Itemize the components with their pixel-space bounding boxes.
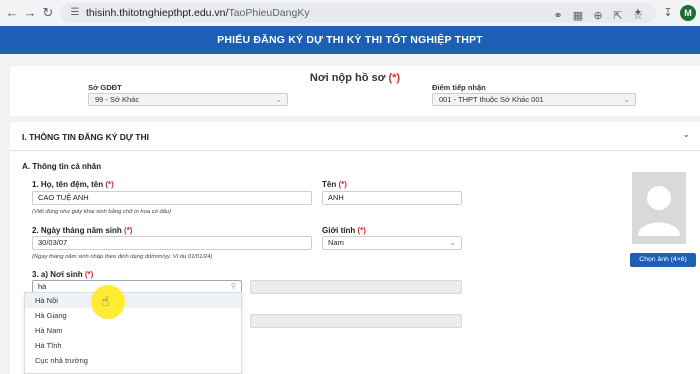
receive-point-select[interactable]: 001 - THPT thuộc Sở Khác 001 ⌄ bbox=[432, 93, 636, 106]
receive-point-label: Điểm tiếp nhận bbox=[432, 83, 486, 92]
url-path: TaoPhieuDangKy bbox=[228, 7, 310, 19]
chevron-down-icon: ⌄ bbox=[275, 95, 282, 104]
fullname-input[interactable]: CAO TUỆ ANH bbox=[32, 191, 312, 205]
site-info-icon[interactable]: ☰ bbox=[68, 6, 82, 20]
share-icon[interactable]: ⇱ bbox=[610, 8, 626, 24]
dob-hint: (Ngày tháng năm sinh nhập theo định dạng… bbox=[32, 254, 213, 260]
profile-avatar[interactable]: M bbox=[680, 5, 696, 21]
required-mark: (*) bbox=[124, 226, 133, 235]
birthplace-label: 3. a) Nơi sinh (*) bbox=[32, 270, 93, 279]
required-mark: (*) bbox=[338, 180, 347, 189]
translate-icon[interactable]: ▦ bbox=[570, 8, 586, 24]
person-silhouette-icon bbox=[638, 186, 680, 236]
dob-label-text: 2. Ngày tháng năm sinh bbox=[32, 226, 122, 235]
password-key-icon[interactable]: ⚭ bbox=[550, 8, 566, 24]
section-divider bbox=[10, 150, 700, 151]
zoom-icon[interactable]: ⊕ bbox=[590, 8, 606, 24]
birthplace-label-text: 3. a) Nơi sinh bbox=[32, 270, 83, 279]
birthplace-dropdown: Hà Nội Hà Giang Hà Nam Hà Tĩnh Cục nhà t… bbox=[24, 292, 242, 374]
department-value: 99 - Sở Khác bbox=[95, 95, 140, 104]
required-mark: (*) bbox=[357, 226, 366, 235]
fullname-hint: (Viết đúng như giấy khai sinh bằng chữ i… bbox=[32, 209, 172, 215]
chevron-down-icon: ⌄ bbox=[623, 95, 630, 104]
download-icon[interactable]: ↧ bbox=[660, 5, 676, 21]
submit-place-title-text: Nơi nộp hồ sơ bbox=[309, 72, 386, 84]
forward-icon[interactable]: → bbox=[22, 5, 38, 21]
dropdown-option[interactable]: Hà Nội bbox=[25, 293, 241, 308]
required-mark: (*) bbox=[388, 72, 401, 84]
section-title: I. THÔNG TIN ĐĂNG KÝ DỰ THI bbox=[22, 132, 149, 142]
extensions-icon[interactable]: ✦ bbox=[630, 5, 646, 21]
fullname-label: 1. Họ, tên đệm, tên (*) bbox=[32, 180, 114, 189]
receive-point-value: 001 - THPT thuộc Sở Khác 001 bbox=[439, 95, 544, 104]
hand-pointer-icon: ☝ bbox=[101, 293, 110, 309]
gender-select[interactable]: Nam ⌄ bbox=[322, 236, 462, 250]
disabled-field bbox=[250, 314, 462, 328]
firstname-label-text: Tên bbox=[322, 180, 337, 189]
address-bar[interactable]: ☰ thisinh.thitotnghiepthpt.edu.vn/TaoPhi… bbox=[60, 3, 656, 23]
reload-icon[interactable]: ↻ bbox=[40, 5, 56, 21]
required-mark: (*) bbox=[105, 180, 114, 189]
firstname-label: Tên (*) bbox=[322, 180, 347, 189]
department-select[interactable]: 99 - Sở Khác ⌄ bbox=[88, 93, 288, 106]
birthplace-search-value: hà bbox=[38, 282, 47, 291]
gender-value: Nam bbox=[328, 238, 344, 247]
url-text[interactable]: thisinh.thitotnghiepthpt.edu.vn/TaoPhieu… bbox=[86, 7, 310, 19]
dropdown-option[interactable]: Hà Nam bbox=[25, 323, 241, 338]
url-host: thisinh.thitotnghiepthpt.edu.vn/ bbox=[86, 7, 229, 19]
chevron-down-icon[interactable]: ⌄ bbox=[682, 129, 690, 140]
dob-input[interactable]: 30/03/07 bbox=[32, 236, 312, 250]
birthplace-detail-input bbox=[250, 280, 462, 294]
page-header: PHIẾU ĐĂNG KÝ DỰ THI KỲ THI TỐT NGHIỆP T… bbox=[0, 26, 700, 54]
dropdown-option[interactable]: Hà Tĩnh bbox=[25, 338, 241, 353]
personal-info-title: A. Thông tin cá nhân bbox=[22, 162, 102, 171]
gender-label: Giới tính (*) bbox=[322, 226, 366, 235]
chevron-down-icon: ⌄ bbox=[449, 238, 456, 247]
submit-place-card: Nơi nộp hồ sơ (*) Sở GDĐT 99 - Sở Khác ⌄… bbox=[10, 66, 700, 116]
choose-photo-button[interactable]: Chọn ảnh (4×6) bbox=[630, 253, 696, 267]
dropdown-option[interactable]: Hà Giang bbox=[25, 308, 241, 323]
department-label: Sở GDĐT bbox=[88, 83, 122, 92]
photo-placeholder bbox=[632, 172, 686, 244]
fullname-label-text: 1. Họ, tên đệm, tên bbox=[32, 180, 104, 189]
dropdown-option[interactable]: Cục nhà trường bbox=[25, 353, 241, 368]
firstname-input[interactable]: ANH bbox=[322, 191, 462, 205]
browser-toolbar: ← → ↻ ☰ thisinh.thitotnghiepthpt.edu.vn/… bbox=[0, 0, 700, 26]
required-mark: (*) bbox=[84, 270, 94, 279]
gender-label-text: Giới tính bbox=[322, 226, 356, 235]
back-icon[interactable]: ← bbox=[4, 5, 20, 21]
dob-label: 2. Ngày tháng năm sinh (*) bbox=[32, 226, 132, 235]
